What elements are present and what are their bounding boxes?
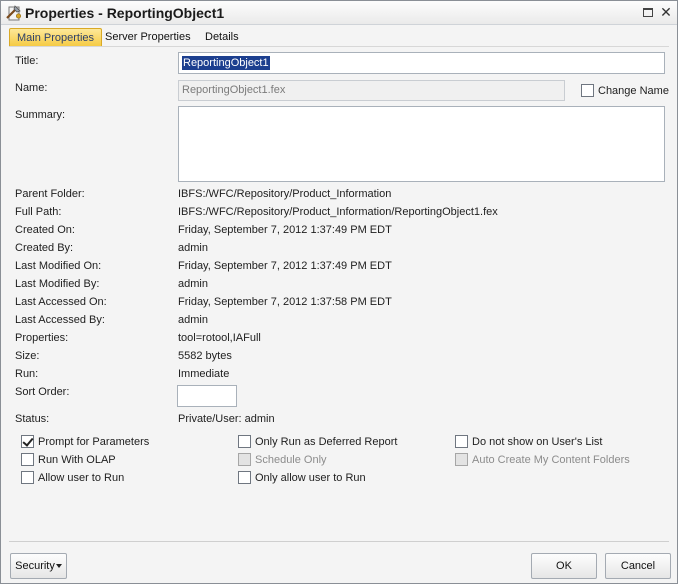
properties-tool-icon bbox=[6, 5, 22, 21]
only-allow-user-run-checkbox[interactable] bbox=[238, 471, 251, 484]
last-accessed-on-label: Last Accessed On: bbox=[15, 296, 107, 308]
tab-details[interactable]: Details bbox=[198, 28, 246, 47]
schedule-only-checkbox bbox=[238, 453, 251, 466]
sort-order-input[interactable] bbox=[177, 385, 237, 407]
created-by-label: Created By: bbox=[15, 242, 74, 254]
title-label: Title: bbox=[15, 55, 39, 67]
full-path-label: Full Path: bbox=[15, 206, 62, 218]
do-not-show-label: Do not show on User's List bbox=[472, 436, 603, 448]
ok-button-label: OK bbox=[556, 560, 572, 572]
cancel-button[interactable]: Cancel bbox=[605, 553, 671, 579]
run-with-olap-checkbox[interactable] bbox=[21, 453, 34, 466]
only-run-deferred-label: Only Run as Deferred Report bbox=[255, 436, 398, 448]
last-modified-on-value: Friday, September 7, 2012 1:37:49 PM EDT bbox=[178, 260, 392, 272]
last-accessed-on-value: Friday, September 7, 2012 1:37:58 PM EDT bbox=[178, 296, 392, 308]
created-by-value: admin bbox=[178, 242, 208, 254]
summary-label: Summary: bbox=[15, 109, 66, 121]
footer-divider bbox=[9, 541, 669, 542]
name-label: Name: bbox=[15, 82, 48, 94]
allow-user-run-label: Allow user to Run bbox=[38, 472, 125, 484]
security-button[interactable]: Security bbox=[10, 553, 67, 579]
allow-user-run-checkbox[interactable] bbox=[21, 471, 34, 484]
sort-order-label: Sort Order: bbox=[15, 386, 70, 398]
tab-divider bbox=[9, 46, 669, 47]
only-allow-user-run-label: Only allow user to Run bbox=[255, 472, 366, 484]
ok-button[interactable]: OK bbox=[531, 553, 597, 579]
auto-create-folders-checkbox bbox=[455, 453, 468, 466]
last-modified-by-label: Last Modified By: bbox=[15, 278, 100, 290]
full-path-value: IBFS:/WFC/Repository/Product_Information… bbox=[178, 206, 498, 218]
change-name-checkbox[interactable] bbox=[581, 84, 594, 97]
name-input[interactable]: ReportingObject1.fex bbox=[178, 80, 565, 101]
created-on-label: Created On: bbox=[15, 224, 75, 236]
maximize-icon[interactable] bbox=[641, 6, 655, 20]
tab-server-properties[interactable]: Server Properties bbox=[98, 28, 198, 47]
summary-textarea[interactable] bbox=[178, 106, 665, 182]
prompt-for-parameters-label: Prompt for Parameters bbox=[38, 436, 150, 448]
size-label: Size: bbox=[15, 350, 40, 362]
run-value: Immediate bbox=[178, 368, 230, 380]
parent-folder-value: IBFS:/WFC/Repository/Product_Information bbox=[178, 188, 392, 200]
properties-dialog: Properties - ReportingObject1 ✕ Main Pro… bbox=[0, 0, 678, 584]
run-label: Run: bbox=[15, 368, 39, 380]
last-modified-on-label: Last Modified On: bbox=[15, 260, 102, 272]
name-input-value: ReportingObject1.fex bbox=[182, 84, 286, 96]
window-title: Properties - ReportingObject1 bbox=[25, 5, 225, 21]
properties-label: Properties: bbox=[15, 332, 69, 344]
status-label: Status: bbox=[15, 413, 50, 425]
do-not-show-checkbox[interactable] bbox=[455, 435, 468, 448]
security-button-label: Security bbox=[15, 560, 55, 572]
run-with-olap-label: Run With OLAP bbox=[38, 454, 116, 466]
only-run-deferred-checkbox[interactable] bbox=[238, 435, 251, 448]
change-name-label: Change Name bbox=[598, 85, 669, 97]
title-bar[interactable]: Properties - ReportingObject1 ✕ bbox=[1, 1, 677, 25]
status-value: Private/User: admin bbox=[178, 413, 275, 425]
chevron-down-icon bbox=[55, 564, 62, 569]
tab-main-properties[interactable]: Main Properties bbox=[9, 28, 103, 47]
last-modified-by-value: admin bbox=[178, 278, 208, 290]
auto-create-folders-label: Auto Create My Content Folders bbox=[472, 454, 630, 466]
last-accessed-by-label: Last Accessed By: bbox=[15, 314, 105, 326]
schedule-only-label: Schedule Only bbox=[255, 454, 327, 466]
size-value: 5582 bytes bbox=[178, 350, 232, 362]
prompt-for-parameters-checkbox[interactable] bbox=[21, 435, 34, 448]
parent-folder-label: Parent Folder: bbox=[15, 188, 85, 200]
title-input-value: ReportingObject1 bbox=[182, 56, 270, 70]
close-icon[interactable]: ✕ bbox=[659, 5, 673, 20]
properties-value: tool=rotool,IAFull bbox=[178, 332, 261, 344]
last-accessed-by-value: admin bbox=[178, 314, 208, 326]
created-on-value: Friday, September 7, 2012 1:37:49 PM EDT bbox=[178, 224, 392, 236]
cancel-button-label: Cancel bbox=[620, 560, 656, 572]
title-input[interactable]: ReportingObject1 bbox=[178, 52, 665, 74]
